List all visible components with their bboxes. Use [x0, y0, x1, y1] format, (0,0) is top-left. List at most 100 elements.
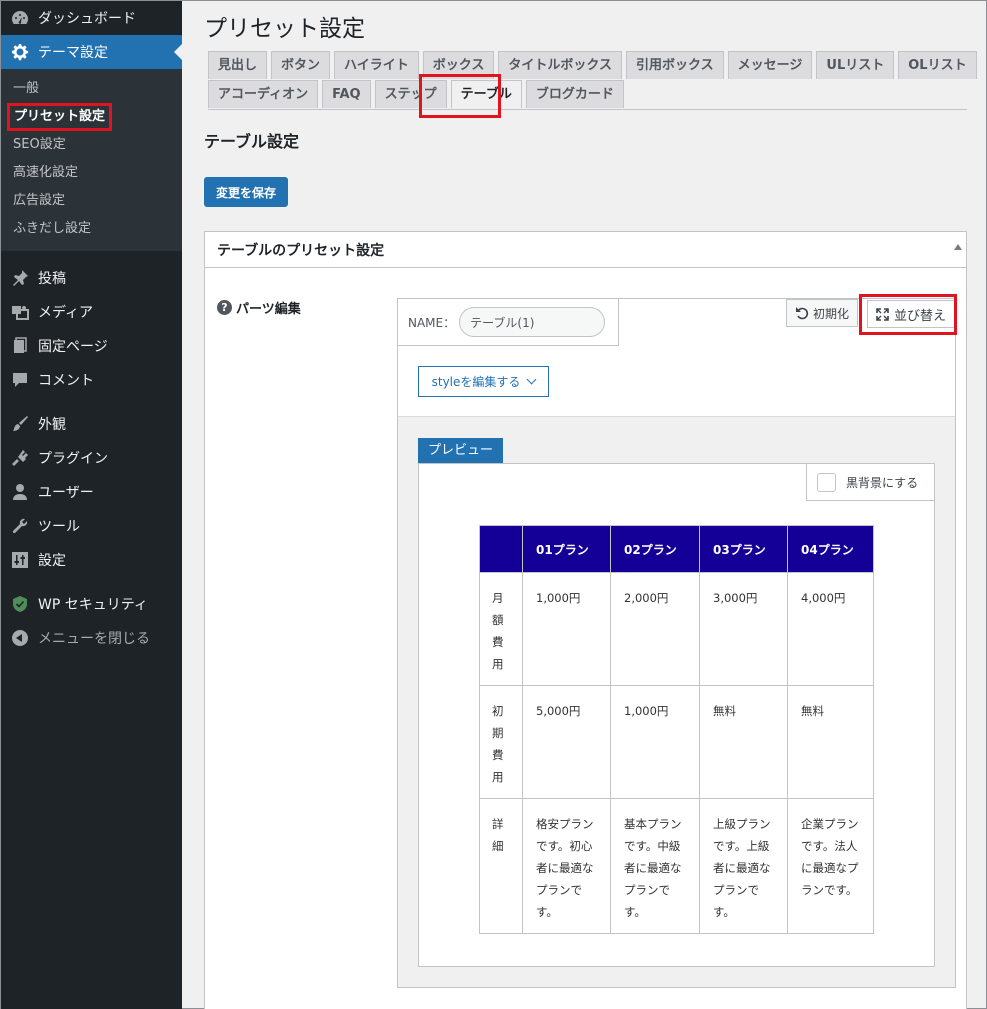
menu-media[interactable]: メディア	[1, 295, 182, 329]
menu-appearance[interactable]: 外観	[1, 407, 182, 441]
tab-ol-list[interactable]: OLリスト	[898, 51, 977, 79]
submenu-balloon[interactable]: ふきだし設定	[1, 215, 182, 243]
table-cell: 1,000円	[610, 685, 700, 799]
tab-row-2: アコーディオン FAQ ステップ テーブル ブログカード	[208, 80, 968, 108]
postbox-title: テーブルのプリセット設定	[217, 242, 385, 259]
parts-editor: NAME： 初期化 並び替え styleを編集する	[397, 294, 957, 988]
media-icon	[11, 303, 29, 321]
menu-wp-security-label: WP セキュリティ	[38, 597, 148, 613]
tab-accordion[interactable]: アコーディオン	[208, 80, 319, 108]
reset-button[interactable]: 初期化	[786, 299, 859, 327]
pin-icon	[11, 269, 29, 287]
preview-area: プレビュー 黒背景にする 01プラン 02プラン 03プラン 04プラン 月額費…	[398, 416, 955, 987]
tab-step[interactable]: ステップ	[374, 80, 447, 108]
table-preset-postbox: テーブルのプリセット設定 ? パーツ編集 NAME： 初期化 並	[204, 231, 967, 1009]
submenu-preset-label: プリセット設定	[7, 103, 113, 131]
menu-posts[interactable]: 投稿	[1, 261, 182, 295]
tab-quote-box[interactable]: 引用ボックス	[626, 51, 724, 79]
parts-edit-label: ? パーツ編集	[217, 298, 301, 317]
tab-blog-card[interactable]: ブログカード	[525, 80, 624, 108]
collapse-toggle-icon[interactable]	[954, 244, 962, 250]
save-button[interactable]: 変更を保存	[204, 177, 289, 207]
menu-plugins[interactable]: プラグイン	[1, 441, 182, 475]
menu-comments[interactable]: コメント	[1, 363, 182, 397]
menu-theme-settings-label: テーマ設定	[38, 45, 108, 61]
menu-users[interactable]: ユーザー	[1, 475, 182, 509]
menu-media-label: メディア	[38, 305, 94, 321]
table-row: 月額費用 1,000円 2,000円 3,000円 4,000円	[479, 572, 874, 686]
table-cell: 5,000円	[522, 685, 611, 799]
tab-title-box[interactable]: タイトルボックス	[498, 51, 623, 79]
tab-row-1: 見出し ボタン ハイライト ボックス タイトルボックス 引用ボックス メッセージ…	[208, 51, 977, 79]
menu-comments-label: コメント	[38, 373, 94, 389]
dashboard-icon	[11, 9, 29, 27]
table-cell: 3,000円	[699, 572, 788, 686]
menu-posts-label: 投稿	[38, 271, 66, 287]
submenu-preset[interactable]: プリセット設定	[1, 103, 182, 131]
menu-tools[interactable]: ツール	[1, 509, 182, 543]
sort-button[interactable]: 並び替え	[867, 300, 955, 328]
table-cell: 基本プランです。中級者に最適なプランです。	[610, 798, 700, 934]
gear-icon	[11, 43, 29, 61]
table-cell: 企業プランです。法人に最適なプランです。	[787, 798, 874, 934]
table-header-cell: 01プラン	[522, 525, 611, 573]
table-cell: 1,000円	[522, 572, 611, 686]
row-label: 詳細	[492, 817, 504, 853]
menu-tools-label: ツール	[38, 519, 80, 535]
page-icon	[11, 337, 29, 355]
table-cell: 格安プランです。初心者に最適なプランです。	[522, 798, 611, 934]
preview-box: 黒背景にする 01プラン 02プラン 03プラン 04プラン 月額費用 1,00…	[418, 463, 935, 967]
dark-background-toggle[interactable]: 黒背景にする	[806, 464, 934, 501]
page-title: プリセット設定	[204, 16, 365, 42]
row-label-cell: 初期費用	[479, 685, 523, 799]
plugin-icon	[11, 449, 29, 467]
table-header-cell: 02プラン	[610, 525, 700, 573]
submenu-seo[interactable]: SEO設定	[1, 131, 182, 159]
table-cell: 無料	[787, 685, 874, 799]
menu-settings-label: 設定	[38, 553, 66, 569]
edit-style-button[interactable]: styleを編集する	[418, 366, 549, 397]
menu-users-label: ユーザー	[38, 485, 94, 501]
dark-background-label: 黒背景にする	[846, 475, 919, 490]
table-cell: 無料	[699, 685, 788, 799]
dark-background-checkbox[interactable]	[817, 472, 836, 492]
comment-icon	[11, 371, 29, 389]
shield-icon	[11, 595, 29, 613]
sort-label: 並び替え	[894, 308, 947, 324]
collapse-arrow-icon	[11, 629, 29, 647]
menu-wp-security[interactable]: WP セキュリティ	[1, 587, 182, 621]
tab-ul-list[interactable]: ULリスト	[816, 51, 895, 79]
menu-settings[interactable]: 設定	[1, 543, 182, 577]
tab-highlight[interactable]: ハイライト	[334, 51, 419, 79]
tab-table[interactable]: テーブル	[450, 80, 522, 108]
table-header-row: 01プラン 02プラン 03プラン 04プラン	[479, 525, 874, 573]
help-icon[interactable]: ?	[217, 300, 232, 315]
expand-icon	[876, 307, 889, 321]
tab-heading[interactable]: 見出し	[208, 51, 268, 79]
tab-box[interactable]: ボックス	[422, 51, 495, 79]
table-cell: 上級プランです。上級者に最適なプランです。	[699, 798, 788, 934]
postbox-header[interactable]: テーブルのプリセット設定	[205, 232, 966, 268]
preset-tabs: 見出し ボタン ハイライト ボックス タイトルボックス 引用ボックス メッセージ…	[208, 51, 977, 109]
chevron-down-icon	[526, 374, 537, 385]
section-title: テーブル設定	[204, 132, 300, 151]
name-input[interactable]	[459, 307, 606, 337]
row-label: 初期費用	[492, 704, 504, 784]
menu-pages[interactable]: 固定ページ	[1, 329, 182, 363]
row-label-cell: 月額費用	[479, 572, 523, 686]
menu-dashboard[interactable]: ダッシュボード	[1, 1, 182, 35]
sliders-icon	[11, 551, 29, 569]
submenu-ads[interactable]: 広告設定	[1, 187, 182, 215]
name-label: NAME：	[408, 315, 456, 330]
menu-theme-settings[interactable]: テーマ設定	[1, 35, 182, 69]
tab-message[interactable]: メッセージ	[727, 51, 813, 79]
table-header-cell: 04プラン	[787, 525, 874, 573]
tab-faq[interactable]: FAQ	[322, 80, 371, 108]
tab-button[interactable]: ボタン	[271, 51, 331, 79]
menu-pages-label: 固定ページ	[38, 339, 108, 355]
table-cell: 4,000円	[787, 572, 874, 686]
menu-plugins-label: プラグイン	[38, 451, 108, 467]
submenu-speed[interactable]: 高速化設定	[1, 159, 182, 187]
menu-collapse[interactable]: メニューを閉じる	[1, 621, 182, 655]
submenu-general[interactable]: 一般	[1, 75, 182, 103]
